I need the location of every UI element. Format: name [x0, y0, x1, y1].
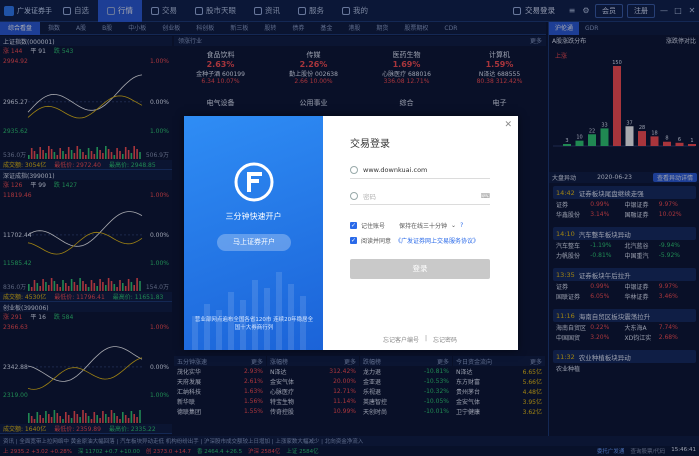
- open-account-button[interactable]: 马上证券开户: [217, 234, 291, 251]
- forgot-account-link[interactable]: 忘记客户编号: [383, 335, 419, 344]
- chevron-down-icon[interactable]: ⌄: [451, 222, 456, 229]
- promo-note: 营业部网点遍布全国各省120市 连续20年稳居全国十大券商行列: [194, 317, 314, 331]
- brand-logo-icon: [234, 162, 274, 202]
- promo-decor-chart: [192, 272, 306, 350]
- agree-prefix: 阅读并同意: [361, 238, 392, 245]
- keep-online-select[interactable]: 保持在线三十分钟: [399, 221, 447, 230]
- promo-panel: 三分钟快速开户 马上证券开户 营业部网点遍布全国各省120市 连续20年稳居全国…: [184, 116, 323, 350]
- promo-slogan: 三分钟快速开户: [225, 212, 282, 221]
- help-icon[interactable]: ?: [460, 222, 463, 229]
- keyboard-icon[interactable]: ⌨: [481, 192, 490, 200]
- dialog-close-icon[interactable]: ✕: [504, 120, 512, 130]
- agree-checkbox[interactable]: ✓: [350, 237, 357, 244]
- remember-checkbox[interactable]: ✓: [350, 222, 357, 229]
- account-field[interactable]: www.downkuai.com: [350, 162, 490, 179]
- login-form: ✕ 交易登录 www.downkuai.com 密码 ⌨ ✓ 记住账号 保持在线…: [350, 120, 512, 344]
- agreement-link[interactable]: 《广发证券网上交易服务协议》: [395, 236, 479, 245]
- remember-row: ✓ 记住账号 保持在线三十分钟 ⌄ ?: [350, 221, 463, 230]
- trade-login-dialog: 三分钟快速开户 马上证券开户 营业部网点遍布全国各省120市 连续20年稳居全国…: [184, 116, 518, 350]
- remember-label: 记住账号: [361, 223, 386, 230]
- forgot-password-link[interactable]: 忘记密码: [433, 335, 457, 344]
- lock-icon: [350, 192, 358, 200]
- account-value: www.downkuai.com: [363, 166, 428, 174]
- agreement-row: ✓ 阅读并同意 《广发证券网上交易服务协议》: [350, 236, 479, 245]
- login-title: 交易登录: [350, 139, 390, 150]
- user-icon: [350, 166, 358, 174]
- password-field[interactable]: 密码 ⌨: [350, 188, 490, 205]
- password-placeholder: 密码: [363, 193, 376, 201]
- login-button[interactable]: 登录: [350, 259, 490, 279]
